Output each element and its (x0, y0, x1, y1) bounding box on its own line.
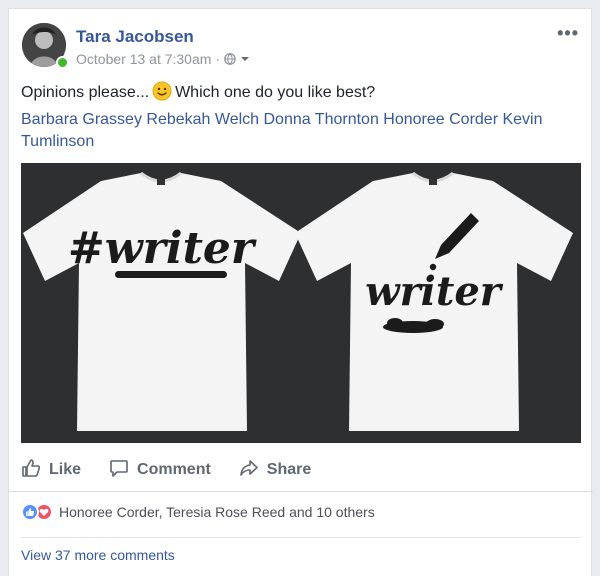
view-more-comments-link[interactable]: View 37 more comments (21, 547, 175, 563)
post-actions: Like Comment Share (21, 453, 311, 487)
tagged-person[interactable]: Donna Thornton (264, 111, 379, 128)
like-button[interactable]: Like (21, 458, 81, 483)
actions-divider (9, 491, 593, 492)
post-text-part-1: Opinions please... (21, 84, 150, 101)
post-text-part-2: Which one do you like best? (175, 84, 376, 101)
design-text-right: writer (365, 268, 504, 315)
audience-dropdown-icon[interactable] (240, 55, 250, 63)
tagged-person[interactable]: Barbara Grassey (21, 111, 142, 128)
post-timestamp[interactable]: October 13 at 7:30am (76, 51, 211, 67)
like-label: Like (49, 461, 82, 478)
comments-divider (21, 537, 581, 538)
share-label: Share (266, 461, 312, 478)
post-options-button[interactable]: ••• (557, 23, 579, 44)
design-text-left: #writer (68, 223, 257, 274)
post-meta: October 13 at 7:30am · (76, 51, 250, 67)
share-icon (239, 458, 259, 483)
online-status-dot (56, 56, 69, 69)
feed-post: Tara Jacobsen October 13 at 7:30am · •••… (8, 8, 593, 576)
tagged-person[interactable]: Honoree Corder (383, 111, 498, 128)
comment-label: Comment (137, 461, 211, 478)
post-photo[interactable]: #writer writer (21, 163, 581, 443)
globe-icon[interactable] (224, 53, 236, 65)
tagged-person[interactable]: Rebekah Welch (146, 111, 259, 128)
tshirt-right-image: writer (295, 171, 573, 431)
post-author-name[interactable]: Tara Jacobsen (76, 27, 194, 47)
share-button[interactable]: Share (239, 458, 311, 483)
post-text: Opinions please... Which one do you like… (21, 81, 581, 104)
like-reaction-icon (21, 503, 39, 521)
meta-separator: · (215, 51, 221, 67)
reactions-summary-text: Honoree Corder, Teresia Rose Reed and 10… (59, 504, 375, 520)
tshirt-left-image: #writer (23, 171, 301, 431)
thumbs-up-icon (21, 458, 41, 483)
slightly-smiling-face-icon (152, 81, 172, 101)
tagged-people: Barbara Grassey Rebekah Welch Donna Thor… (21, 109, 581, 153)
comment-icon (109, 458, 129, 483)
reactions-summary[interactable]: Honoree Corder, Teresia Rose Reed and 10… (21, 503, 375, 521)
comment-button[interactable]: Comment (109, 458, 211, 483)
